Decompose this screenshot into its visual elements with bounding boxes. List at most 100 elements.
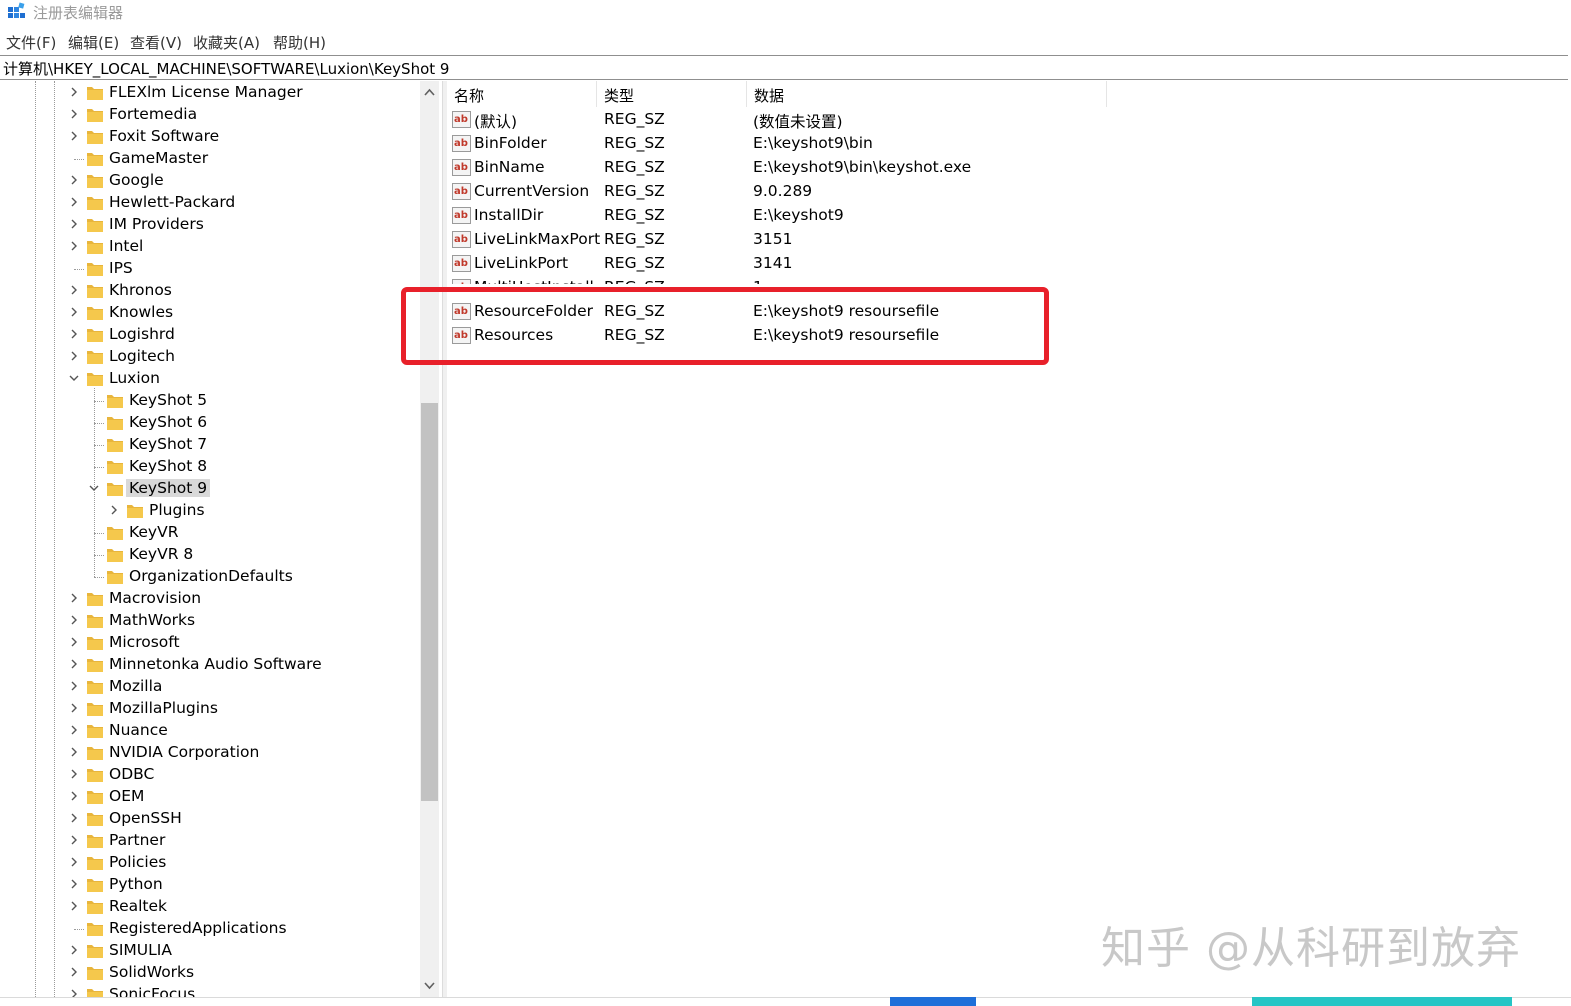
chevron-right-icon[interactable] [67, 701, 81, 715]
tree-item[interactable]: KeyVR 8 [0, 544, 420, 566]
values-list[interactable]: 名称 类型 数据 ab (默认) REG_SZ (数值未设置) ab BinFolder R… [447, 81, 1571, 997]
chevron-right-icon[interactable] [67, 657, 81, 671]
tree-item[interactable]: Khronos [0, 280, 420, 302]
chevron-right-icon[interactable] [67, 943, 81, 957]
tree-item[interactable]: Logitech [0, 346, 420, 368]
column-header-type[interactable]: 类型 [597, 81, 747, 107]
chevron-right-icon[interactable] [67, 855, 81, 869]
tree-item[interactable]: MozillaPlugins [0, 698, 420, 720]
tree-item[interactable]: Realtek [0, 896, 420, 918]
tree-item[interactable]: Minnetonka Audio Software [0, 654, 420, 676]
value-row[interactable]: ab LiveLinkPort REG_SZ 3141 [447, 252, 1147, 276]
tree-item[interactable]: OpenSSH [0, 808, 420, 830]
scroll-up-icon[interactable] [420, 83, 439, 102]
chevron-right-icon[interactable] [67, 85, 81, 99]
chevron-right-icon[interactable] [67, 833, 81, 847]
menu-favorites[interactable]: 收藏夹(A) [193, 32, 260, 53]
value-row[interactable]: ab InstallDir REG_SZ E:\keyshot9 [447, 204, 1147, 228]
tree-item[interactable]: Luxion [0, 368, 420, 390]
tree-item[interactable]: MathWorks [0, 610, 420, 632]
chevron-down-icon[interactable] [67, 371, 81, 385]
scroll-down-icon[interactable] [420, 976, 439, 995]
tree-item[interactable]: ODBC [0, 764, 420, 786]
tree-item[interactable]: Knowles [0, 302, 420, 324]
tree-item-label: Partner [109, 831, 166, 849]
column-header-data[interactable]: 数据 [747, 81, 1107, 107]
tree-item[interactable]: KeyShot 7 [0, 434, 420, 456]
chevron-right-icon[interactable] [67, 767, 81, 781]
tree-item[interactable]: KeyShot 8 [0, 456, 420, 478]
chevron-right-icon[interactable] [67, 239, 81, 253]
menu-view[interactable]: 查看(V) [130, 32, 182, 53]
chevron-right-icon[interactable] [67, 107, 81, 121]
tree-item[interactable]: FLEXlm License Manager [0, 82, 420, 104]
chevron-right-icon[interactable] [67, 591, 81, 605]
tree-item[interactable]: RegisteredApplications [0, 918, 420, 940]
value-row[interactable]: ab LiveLinkMaxPort REG_SZ 3151 [447, 228, 1147, 252]
tree-item[interactable]: KeyShot 6 [0, 412, 420, 434]
chevron-right-icon[interactable] [67, 745, 81, 759]
value-row[interactable]: ab BinFolder REG_SZ E:\keyshot9\bin [447, 132, 1147, 156]
tree-item[interactable]: Policies [0, 852, 420, 874]
tree-item[interactable]: Nuance [0, 720, 420, 742]
tree-item[interactable]: Python [0, 874, 420, 896]
value-row[interactable]: ab CurrentVersion REG_SZ 9.0.289 [447, 180, 1147, 204]
tree-item[interactable]: OEM [0, 786, 420, 808]
chevron-right-icon[interactable] [67, 877, 81, 891]
tree-item[interactable]: IPS [0, 258, 420, 280]
address-bar[interactable]: 计算机\HKEY_LOCAL_MACHINE\SOFTWARE\Luxion\K… [0, 55, 1568, 80]
tree-item[interactable]: Google [0, 170, 420, 192]
menu-edit[interactable]: 编辑(E) [68, 32, 119, 53]
chevron-right-icon[interactable] [67, 613, 81, 627]
tree-item[interactable]: NVIDIA Corporation [0, 742, 420, 764]
chevron-right-icon[interactable] [107, 503, 121, 517]
tree-item[interactable]: Mozilla [0, 676, 420, 698]
tree-scrollbar[interactable] [420, 81, 439, 997]
chevron-right-icon[interactable] [67, 899, 81, 913]
column-separator[interactable] [1106, 81, 1107, 107]
scroll-thumb[interactable] [421, 403, 438, 801]
tree-item[interactable]: GameMaster [0, 148, 420, 170]
tree-item[interactable]: KeyShot 5 [0, 390, 420, 412]
tree-item[interactable]: OrganizationDefaults [0, 566, 420, 588]
value-row[interactable]: ab BinName REG_SZ E:\keyshot9\bin\keyshot.e… [447, 156, 1147, 180]
chevron-right-icon[interactable] [67, 327, 81, 341]
tree-item[interactable]: KeyVR [0, 522, 420, 544]
menu-file[interactable]: 文件(F) [6, 32, 56, 53]
chevron-right-icon[interactable] [67, 349, 81, 363]
tree-item[interactable]: Macrovision [0, 588, 420, 610]
tree-item[interactable]: SIMULIA [0, 940, 420, 962]
tree-item[interactable]: Fortemedia [0, 104, 420, 126]
tree-item[interactable]: Foxit Software [0, 126, 420, 148]
key-tree[interactable]: FLEXlm License Manager Fortemedia Foxit So… [0, 81, 440, 997]
tree-item[interactable]: Logishrd [0, 324, 420, 346]
tree-item-label: SonicFocus [109, 985, 196, 997]
chevron-right-icon[interactable] [67, 635, 81, 649]
tree-item[interactable]: SonicFocus [0, 984, 420, 997]
tree-item[interactable]: Partner [0, 830, 420, 852]
value-row[interactable]: ab (默认) REG_SZ (数值未设置) [447, 108, 1147, 132]
chevron-right-icon[interactable] [67, 129, 81, 143]
chevron-right-icon[interactable] [67, 217, 81, 231]
chevron-right-icon[interactable] [67, 811, 81, 825]
menu-help[interactable]: 帮助(H) [273, 32, 326, 53]
column-header-name[interactable]: 名称 [447, 81, 597, 107]
tree-item[interactable]: Plugins [0, 500, 420, 522]
tree-item[interactable]: Hewlett-Packard [0, 192, 420, 214]
chevron-right-icon[interactable] [67, 987, 81, 997]
chevron-right-icon[interactable] [67, 679, 81, 693]
chevron-right-icon[interactable] [67, 723, 81, 737]
chevron-right-icon[interactable] [67, 195, 81, 209]
chevron-right-icon[interactable] [67, 173, 81, 187]
chevron-right-icon[interactable] [67, 965, 81, 979]
tree-item-label: Logitech [109, 347, 175, 365]
tree-item[interactable]: IM Providers [0, 214, 420, 236]
tree-item[interactable]: Microsoft [0, 632, 420, 654]
tree-item[interactable]: KeyShot 9 [0, 478, 420, 500]
tree-item[interactable]: Intel [0, 236, 420, 258]
chevron-right-icon[interactable] [67, 283, 81, 297]
tree-item[interactable]: SolidWorks [0, 962, 420, 984]
chevron-right-icon[interactable] [67, 789, 81, 803]
chevron-right-icon[interactable] [67, 305, 81, 319]
tree-item-label: KeyShot 5 [129, 391, 208, 409]
